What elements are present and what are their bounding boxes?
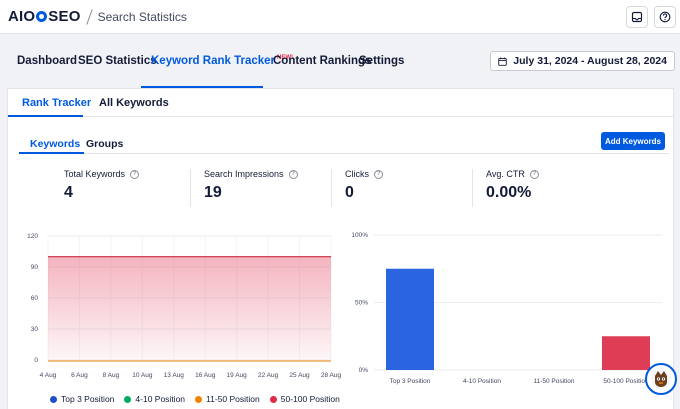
x-tick-label: 28 Aug <box>321 372 342 379</box>
stat-divider <box>190 169 191 207</box>
y-tick-label: 120 <box>27 233 38 240</box>
subtabs: Rank Tracker All Keywords <box>8 89 673 117</box>
legend-item[interactable]: Top 3 Position <box>50 394 114 404</box>
legend-dot-icon <box>50 395 57 403</box>
x-tick-label: Top 3 Position <box>390 378 431 385</box>
help-icon <box>659 11 671 23</box>
x-tick-label: 8 Aug <box>103 372 120 379</box>
stat-divider <box>331 169 332 207</box>
tab-content-rankings[interactable]: Content Rankings <box>273 55 371 67</box>
rank-tracker-card: Rank Tracker All Keywords Keywords Group… <box>7 88 674 409</box>
tab-keyword-rank-tracker[interactable]: Keyword Rank Tracker NEW! <box>151 55 293 67</box>
x-tick-label: 10 Aug <box>132 372 153 379</box>
stat-search-impressions: Search Impressions? 19 <box>204 169 298 209</box>
aioseo-logo[interactable]: AIO SEO <box>8 8 81 25</box>
bar-50-100-position <box>602 336 650 370</box>
x-tick-label: 6 Aug <box>71 372 88 379</box>
breadcrumb-separator <box>85 8 93 25</box>
help-icon[interactable]: ? <box>288 169 298 179</box>
add-keywords-button[interactable]: Add Keywords <box>601 132 665 150</box>
x-tick-label: 50-100 Position <box>603 378 649 385</box>
legend-dot-icon <box>269 395 277 403</box>
gear-logo-icon <box>36 11 48 22</box>
x-tick-label: 11-50 Position <box>533 378 574 385</box>
y-tick-label: 90 <box>31 264 39 271</box>
position-trend-chart: 0 30 60 90 120 4 Aug 6 Aug 8 Aug 10 Aug 13 Aug 16 … <box>27 233 341 379</box>
date-range-picker[interactable]: July 31, 2024 - August 28, 2024 <box>490 51 675 71</box>
help-button[interactable] <box>654 6 676 28</box>
help-icon[interactable]: ? <box>374 169 383 179</box>
top-bar: AIO SEO Search Statistics <box>0 0 680 34</box>
main-nav: Dashboard SEO Statistics Keyword Rank Tr… <box>0 34 680 88</box>
x-tick-label: 4 Aug <box>40 372 57 379</box>
x-tick-label: 13 Aug <box>164 372 185 379</box>
inbox-button[interactable] <box>626 6 648 28</box>
chart-legend: Top 3 Position 4-10 Position 11-50 Positio… <box>50 393 350 405</box>
legend-label: 4-10 Position <box>135 394 186 404</box>
x-tick-label: 4-10 Position <box>463 378 501 385</box>
y-tick-label: 60 <box>31 295 39 302</box>
keyword-tabs-divider <box>19 153 669 154</box>
y-tick-label: 100% <box>351 232 368 239</box>
breadcrumb: Search Statistics <box>97 9 187 24</box>
tab-settings[interactable]: Settings <box>359 55 404 67</box>
subtab-rank-tracker[interactable]: Rank Tracker <box>22 97 91 109</box>
x-tick-label: 16 Aug <box>195 372 216 379</box>
mascot-icon <box>651 369 671 389</box>
stat-total-keywords: Total Keywords? 4 <box>64 169 140 209</box>
y-tick-label: 30 <box>31 326 39 333</box>
stat-avg-ctr: Avg. CTR? 0.00% <box>486 169 539 209</box>
calendar-icon <box>498 56 508 66</box>
tab-groups[interactable]: Groups <box>86 138 123 150</box>
y-tick-label: 50% <box>355 300 368 307</box>
legend-dot-icon <box>195 395 203 403</box>
y-tick-label: 0% <box>359 367 369 374</box>
legend-label: 50-100 Position <box>280 394 340 404</box>
series-area-50-100 <box>48 256 331 360</box>
legend-item[interactable]: 50-100 Position <box>269 394 340 404</box>
bar-top-3-position <box>386 268 434 370</box>
position-distribution-chart: 0% 50% 100% Top 3 Position 4-10 Position 11-5… <box>351 232 662 385</box>
stat-clicks: Clicks? 0 <box>345 169 383 209</box>
legend-label: Top 3 Position <box>61 394 115 404</box>
legend-label: 11-50 Position <box>206 394 260 404</box>
stat-divider <box>472 169 473 207</box>
legend-item[interactable]: 11-50 Position <box>195 394 260 404</box>
tab-keywords[interactable]: Keywords <box>30 138 80 150</box>
keyword-tab-indicator <box>19 152 84 154</box>
tab-seo-statistics[interactable]: SEO Statistics <box>78 55 157 67</box>
assistant-mascot-button[interactable] <box>645 363 677 395</box>
subtab-all-keywords[interactable]: All Keywords <box>99 97 169 109</box>
legend-item[interactable]: 4-10 Position <box>124 394 185 404</box>
tab-dashboard[interactable]: Dashboard <box>17 55 77 67</box>
x-tick-label: 25 Aug <box>289 372 310 379</box>
help-icon[interactable]: ? <box>130 169 140 179</box>
help-icon[interactable]: ? <box>529 169 539 179</box>
inbox-icon <box>631 11 643 23</box>
subtab-indicator <box>8 115 83 117</box>
y-tick-label: 0 <box>34 357 38 364</box>
x-tick-label: 22 Aug <box>258 372 279 379</box>
legend-dot-icon <box>124 395 132 403</box>
x-tick-label: 19 Aug <box>227 372 248 379</box>
